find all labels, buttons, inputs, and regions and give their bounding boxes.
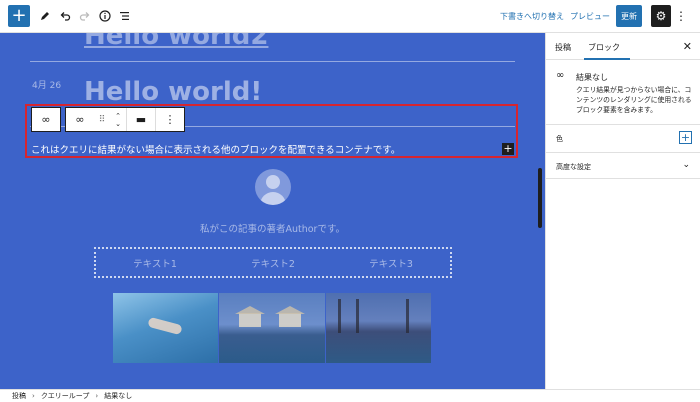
chevron-down-icon[interactable]: ⌄ (682, 160, 690, 170)
tools-button[interactable] (35, 5, 55, 27)
loop-icon: ∞ (41, 113, 51, 126)
chevron-down-icon[interactable]: ⌄ (115, 120, 121, 128)
canvas-scrollbar[interactable] (538, 168, 542, 228)
chevron-right-icon: › (95, 392, 99, 400)
breadcrumb: 投稿 › クエリーループ › 結果なし (0, 389, 700, 402)
block-card-title: 結果なし (576, 73, 608, 82)
preview-link[interactable]: プレビュー (570, 10, 610, 22)
close-sidebar-button[interactable]: ✕ (683, 40, 692, 53)
image-gallery[interactable] (113, 293, 431, 363)
chevron-right-icon: › (32, 392, 35, 400)
tab-block[interactable]: ブロック (588, 42, 620, 53)
gear-icon: ⚙ (655, 9, 667, 23)
select-parent-button[interactable]: ∞ (32, 108, 60, 131)
panel-advanced-label: 高度な設定 (556, 163, 591, 171)
info-icon (99, 10, 111, 22)
undo-button[interactable] (55, 5, 75, 27)
block-card-description: クエリ結果が見つからない場合に、コンテンツのレンダリングに使用されるブロック要素… (576, 86, 692, 114)
sidebar-tabs: 投稿 ブロック ✕ (546, 33, 700, 60)
post-title[interactable]: Hello world! (84, 77, 262, 107)
loop-icon: ∞ (556, 70, 565, 81)
breadcrumb-item-no-results[interactable]: 結果なし (104, 391, 132, 401)
separator (30, 61, 515, 62)
author-text[interactable]: 私がこの記事の著者Authorです。 (0, 221, 545, 235)
resort-cabana-image[interactable] (219, 293, 325, 363)
settings-button[interactable]: ⚙ (651, 5, 671, 27)
drag-handle-icon: ⠿ (98, 114, 106, 125)
block-inserter-button[interactable]: + (502, 143, 514, 155)
undo-icon (60, 12, 71, 21)
text-item[interactable]: テキスト3 (369, 256, 413, 270)
loop-icon: ∞ (75, 113, 85, 126)
palm-shape (337, 299, 341, 333)
post-date[interactable]: 4月 26 (32, 78, 61, 91)
swimmer-shape (147, 316, 183, 336)
align-wide-icon: ▬ (135, 113, 147, 126)
panel-color-label: 色 (556, 135, 563, 143)
cabana-shape (275, 306, 306, 327)
add-block-button[interactable]: + (8, 5, 30, 27)
redo-icon (79, 12, 90, 21)
block-toolbar: ∞ ∞ ⠿ ⌃ ⌄ ▬ ⋮ (31, 107, 185, 132)
panel-advanced[interactable]: 高度な設定 ⌄ (546, 152, 700, 179)
editor-canvas[interactable]: Hello world2 4月 26 Hello world! ∞ ∞ ⠿ ⌃ … (0, 33, 545, 389)
no-results-text[interactable]: これはクエリに結果がない場合に表示される他のブロックを配置できるコンテナです。 (31, 142, 400, 156)
close-icon: ✕ (682, 40, 692, 53)
block-parent-group: ∞ (31, 107, 61, 132)
details-button[interactable] (95, 5, 115, 27)
previous-post-title[interactable]: Hello world2 (84, 33, 268, 51)
next-content: – – – – – – (90, 379, 185, 389)
list-view-button[interactable] (115, 5, 135, 27)
drag-handle[interactable]: ⠿ (94, 108, 110, 131)
align-button[interactable]: ▬ (127, 108, 155, 131)
chevron-up-icon[interactable]: ⌃ (115, 112, 121, 120)
more-vertical-icon: ⋮ (164, 113, 176, 126)
settings-sidebar: 投稿 ブロック ✕ ∞ 結果なし クエリ結果が見つからない場合に、コンテンツのレ… (545, 33, 700, 389)
infinity-pool-image[interactable] (325, 293, 431, 363)
options-menu-button[interactable]: ⋮ (675, 5, 687, 27)
palm-shape (405, 299, 409, 333)
text-group[interactable]: テキスト1 テキスト2 テキスト3 (94, 247, 452, 278)
redo-button[interactable] (75, 5, 95, 27)
avatar-head (266, 175, 280, 189)
tab-post[interactable]: 投稿 (555, 42, 571, 53)
text-item[interactable]: テキスト2 (251, 256, 295, 270)
active-tab-indicator (584, 58, 630, 60)
pool-swimmer-image[interactable] (113, 293, 219, 363)
update-button[interactable]: 更新 (616, 5, 642, 27)
switch-to-draft-link[interactable]: 下書きへ切り替え (500, 10, 564, 22)
editor-header: + 下書きへ切り替え プレビュー 更新 ⚙ ⋮ (0, 0, 700, 33)
list-view-icon (120, 12, 129, 20)
palm-shape (355, 299, 359, 333)
block-controls-group: ∞ ⠿ ⌃ ⌄ ▬ ⋮ (65, 107, 185, 132)
breadcrumb-item-post[interactable]: 投稿 (12, 391, 26, 401)
move-buttons[interactable]: ⌃ ⌄ (110, 108, 126, 131)
add-color-button[interactable]: + (679, 131, 692, 144)
plus-icon: + (680, 131, 691, 144)
cabana-shape (235, 306, 266, 327)
pen-icon (41, 12, 49, 20)
avatar[interactable] (255, 169, 291, 205)
plus-icon: + (503, 142, 513, 155)
breadcrumb-item-query-loop[interactable]: クエリーループ (41, 391, 90, 401)
more-vertical-icon: ⋮ (675, 9, 687, 23)
plus-icon: + (11, 5, 27, 26)
block-options-button[interactable]: ⋮ (156, 108, 184, 131)
avatar-body (260, 192, 286, 205)
block-type-button[interactable]: ∞ (66, 108, 94, 131)
panel-color[interactable]: 色 + (546, 124, 700, 151)
text-item[interactable]: テキスト1 (133, 256, 177, 270)
